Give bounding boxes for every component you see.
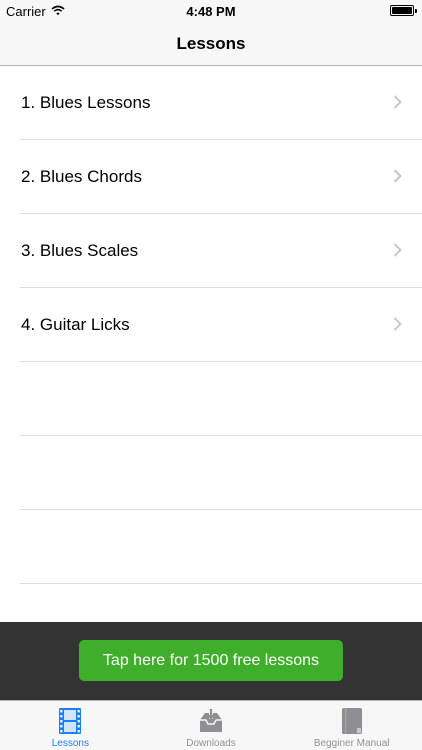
navigation-bar: Lessons <box>0 22 422 66</box>
lesson-row-blues-lessons[interactable]: 1. Blues Lessons <box>0 66 422 140</box>
tab-label: Begginer Manual <box>313 738 390 749</box>
tab-label: Downloads <box>186 738 236 749</box>
empty-row <box>0 362 422 436</box>
status-time: 4:48 PM <box>186 4 236 19</box>
book-icon <box>337 706 367 736</box>
status-bar: Carrier 4:48 PM <box>0 0 422 22</box>
lesson-row-blues-chords[interactable]: 2. Blues Chords <box>0 140 422 214</box>
tab-downloads[interactable]: Downloads <box>141 701 282 750</box>
promo-banner: Tap here for 1500 free lessons <box>0 622 422 700</box>
empty-row <box>0 436 422 510</box>
film-icon <box>55 706 85 736</box>
page-title: Lessons <box>176 33 246 53</box>
lesson-label: 3. Blues Scales <box>21 241 139 260</box>
lessons-table: 1. Blues Lessons 2. Blues Chords 3. Blue… <box>0 66 422 622</box>
lesson-row-guitar-licks[interactable]: 4. Guitar Licks <box>0 288 422 362</box>
row-separator <box>20 583 422 584</box>
free-lessons-button[interactable]: Tap here for 1500 free lessons <box>79 640 343 681</box>
tab-bar: Lessons Downloads Begginer Manual <box>0 700 422 750</box>
tab-lessons[interactable]: Lessons <box>0 701 141 750</box>
lesson-row-blues-scales[interactable]: 3. Blues Scales <box>0 214 422 288</box>
chevron-right-icon <box>393 317 402 331</box>
download-tray-icon <box>196 706 226 736</box>
battery-icon <box>390 5 417 16</box>
tab-label: Lessons <box>51 738 89 749</box>
lesson-label: 2. Blues Chords <box>21 167 142 186</box>
chevron-right-icon <box>393 169 402 183</box>
chevron-right-icon <box>393 95 402 109</box>
empty-row <box>0 510 422 584</box>
tab-beginner-manual[interactable]: Begginer Manual <box>281 701 422 750</box>
chevron-right-icon <box>393 243 402 257</box>
lesson-label: 1. Blues Lessons <box>21 93 151 112</box>
lesson-label: 4. Guitar Licks <box>21 315 130 334</box>
